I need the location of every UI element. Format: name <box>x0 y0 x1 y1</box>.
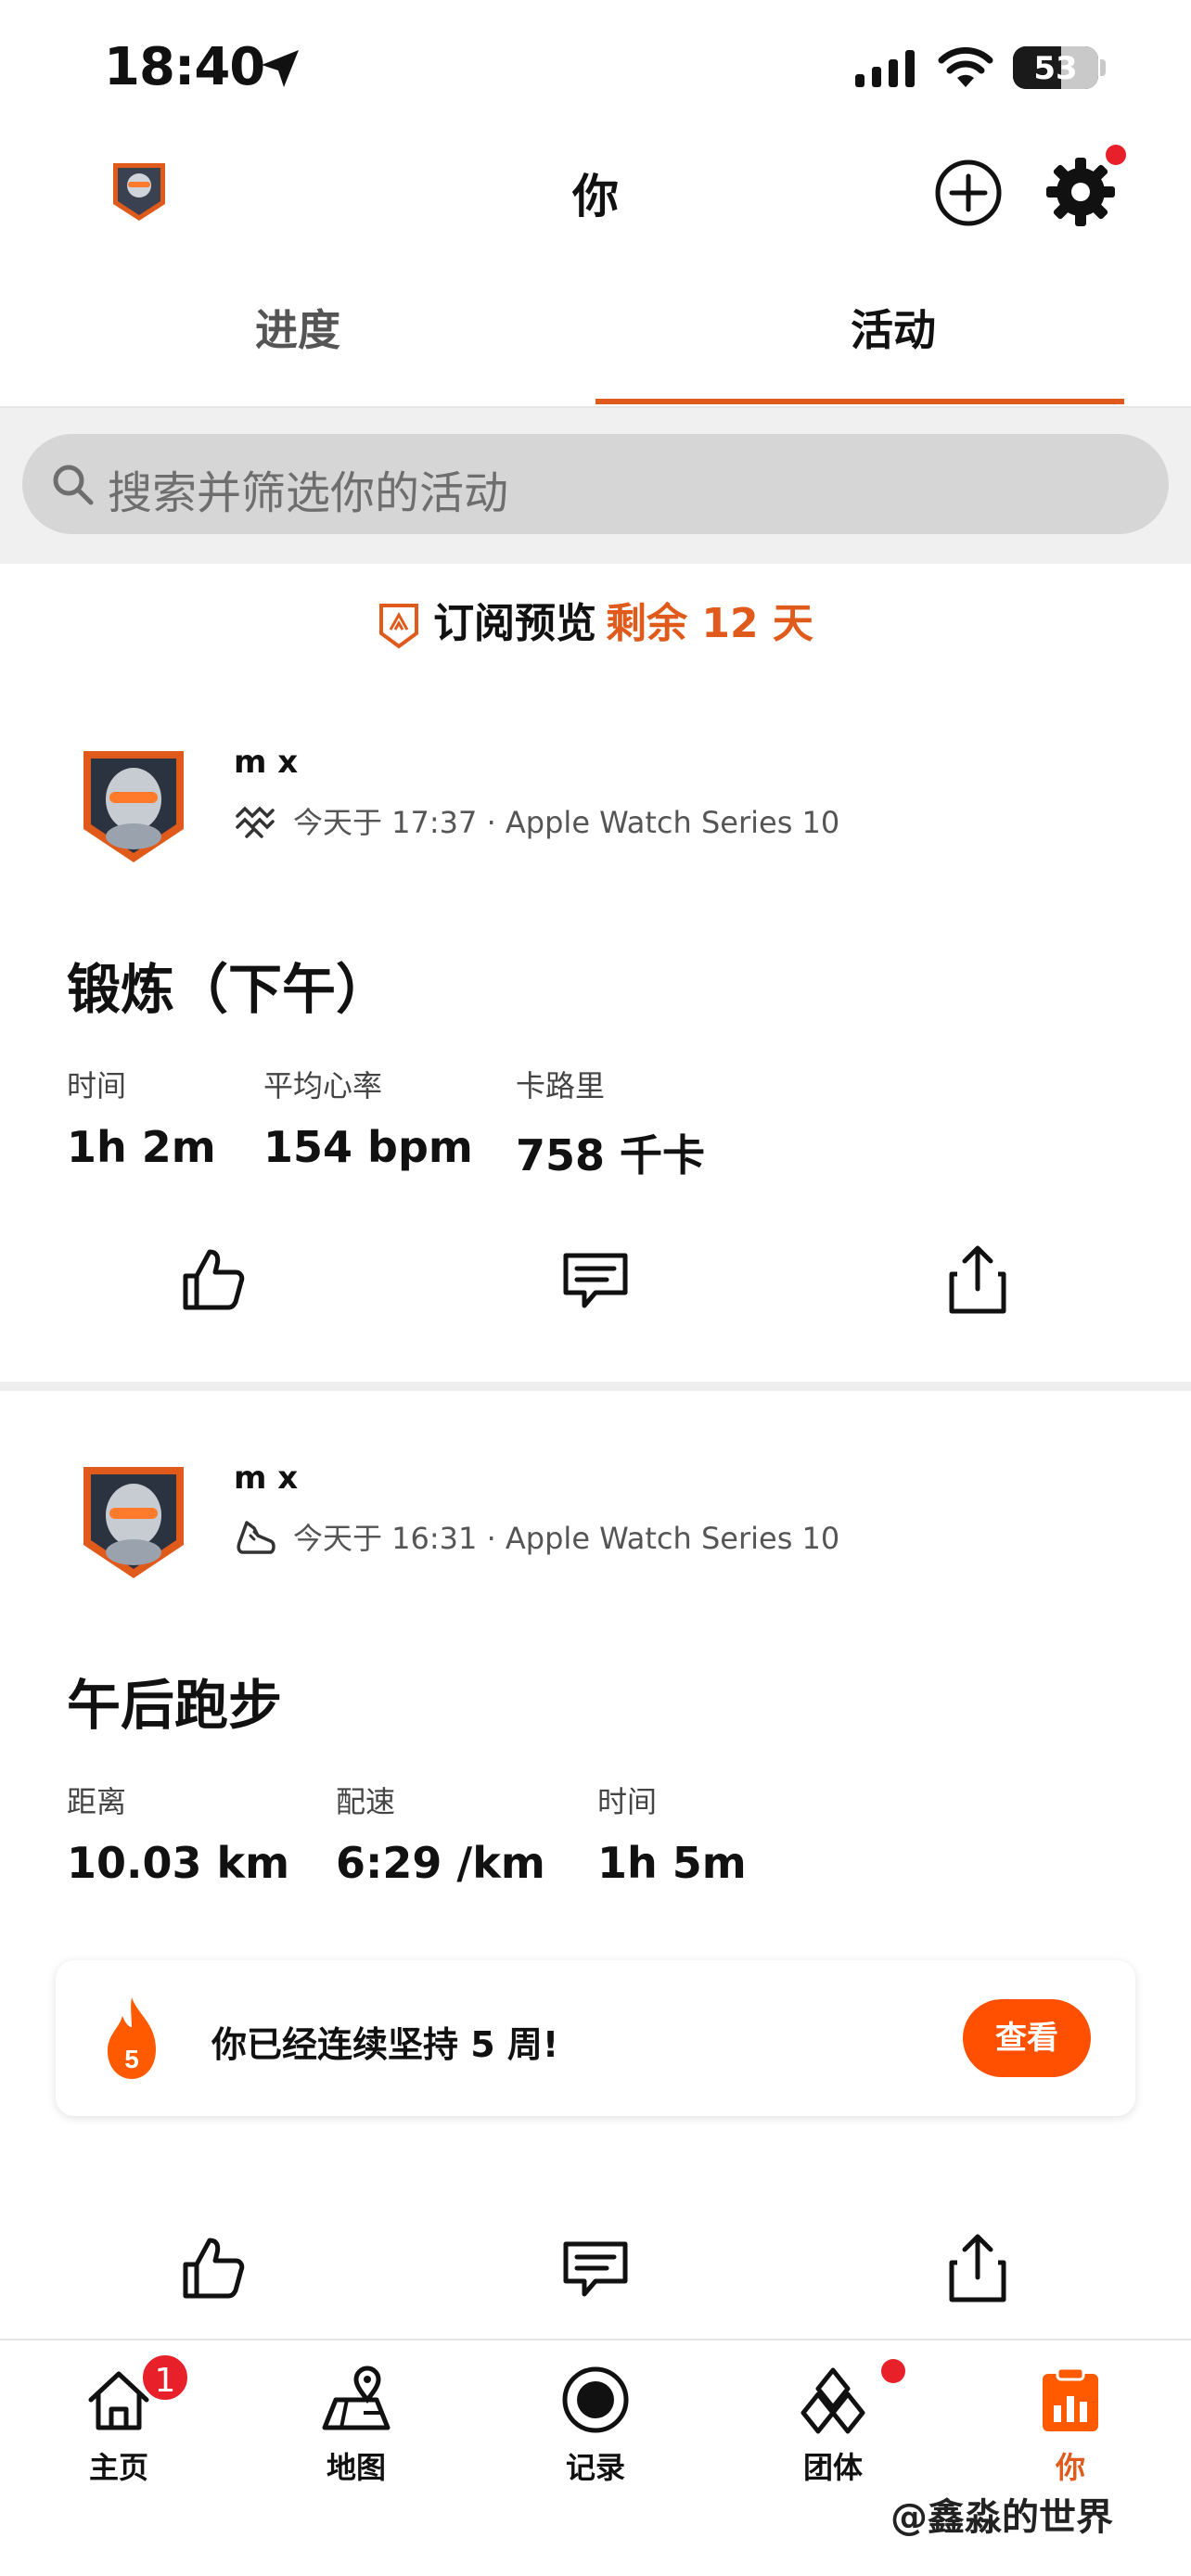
nav-label: 主页 <box>88 2450 148 2485</box>
run-shoe-icon <box>237 1521 275 1554</box>
stat-label: 卡路里 <box>516 1068 606 1103</box>
stat-value: 758 千卡 <box>516 1130 706 1180</box>
like-thumbs-up-icon[interactable] <box>176 2231 250 2305</box>
stat-time: 时间 1h 2m <box>67 1063 216 1172</box>
nav-label: 团体 <box>802 2450 863 2485</box>
share-icon[interactable] <box>941 1243 1015 1317</box>
nav-label: 记录 <box>565 2450 625 2485</box>
strava-shield-icon <box>379 604 419 649</box>
user-avatar[interactable] <box>78 746 189 868</box>
subscription-preview-banner[interactable]: 订阅预览 剩余 12 天 <box>0 590 1191 650</box>
stat-label: 时间 <box>67 1068 127 1103</box>
user-avatar[interactable] <box>78 1461 189 1584</box>
stat-time: 时间 1h 5m <box>597 1779 747 1888</box>
status-bar: 18:40 53 <box>0 0 1191 139</box>
status-time: 18:40 <box>104 37 265 97</box>
nav-label: 你 <box>1055 2450 1085 2485</box>
battery-indicator: 53 <box>1013 46 1098 89</box>
workout-icon <box>236 806 275 838</box>
watermark: @鑫淼的世界 <box>890 2496 1113 2539</box>
promo-days-remaining: 剩余 12 天 <box>606 600 813 647</box>
stat-pace: 配速 6:29 /km <box>336 1779 545 1888</box>
nav-label: 地图 <box>326 2450 386 2485</box>
activity-meta: 今天于 17:37 · Apple Watch Series 10 <box>234 799 839 842</box>
comment-icon[interactable] <box>558 2231 633 2305</box>
comment-icon[interactable] <box>558 1243 633 1317</box>
search-section: 搜索并筛选你的活动 <box>0 408 1191 564</box>
stat-avg-heart-rate: 平均心率 154 bpm <box>263 1063 473 1172</box>
stat-label: 配速 <box>336 1784 396 1819</box>
stat-value: 1h 2m <box>67 1122 216 1172</box>
tab-activities[interactable]: 活动 <box>596 297 1191 358</box>
stat-label: 时间 <box>597 1784 658 1819</box>
groups-icon <box>800 2367 865 2434</box>
stat-value: 10.03 km <box>67 1838 290 1888</box>
nav-record[interactable]: 记录 <box>521 2363 670 2487</box>
wifi-icon <box>938 46 993 87</box>
activity-meta-text: 今天于 17:37 · Apple Watch Series 10 <box>293 805 840 840</box>
stat-label: 距离 <box>67 1784 127 1819</box>
activity-meta: 今天于 16:31 · Apple Watch Series 10 <box>234 1515 839 1558</box>
stat-value: 1h 5m <box>597 1838 747 1888</box>
like-thumbs-up-icon[interactable] <box>176 1243 250 1317</box>
stat-label: 平均心率 <box>263 1068 383 1103</box>
stat-value: 154 bpm <box>263 1122 473 1172</box>
promo-label: 订阅预览 <box>433 600 597 647</box>
you-stats-icon <box>1043 2366 1098 2431</box>
view-streak-button[interactable]: 查看 <box>963 1999 1091 2077</box>
nav-map[interactable]: 地图 <box>282 2363 430 2487</box>
notification-dot <box>1106 145 1126 165</box>
groups-notification-dot <box>881 2359 905 2383</box>
search-input[interactable]: 搜索并筛选你的活动 <box>22 434 1169 534</box>
activity-meta-text: 今天于 16:31 · Apple Watch Series 10 <box>293 1521 840 1556</box>
activity-title[interactable]: 午后跑步 <box>67 1662 282 1740</box>
nav-you[interactable]: 你 <box>996 2363 1145 2487</box>
streak-card[interactable]: 5 你已经连续坚持 5 周! 查看 <box>56 1960 1135 2116</box>
activity-title[interactable]: 锻炼（下午） <box>67 946 390 1024</box>
stat-value: 6:29 /km <box>336 1838 545 1888</box>
stat-distance: 距离 10.03 km <box>67 1779 289 1888</box>
streak-text: 你已经连续坚持 5 周! <box>211 2024 559 2065</box>
activity-card[interactable]: m x 今天于 16:31 · Apple Watch Series 10 午后… <box>0 1391 1191 2337</box>
tab-progress[interactable]: 进度 <box>0 297 596 358</box>
battery-cap <box>1100 59 1106 76</box>
record-icon <box>562 2366 629 2433</box>
flame-icon: 5 <box>108 1997 156 2079</box>
share-icon[interactable] <box>941 2231 1015 2305</box>
settings-gear-icon[interactable] <box>1044 156 1117 228</box>
activity-card[interactable]: m x 今天于 17:37 · Apple Watch Series 10 锻炼… <box>0 723 1191 1382</box>
active-tab-indicator <box>596 399 1124 404</box>
cellular-signal-icon <box>855 50 915 87</box>
map-icon <box>322 2366 391 2430</box>
search-icon <box>53 465 94 505</box>
activity-user-name[interactable]: m x <box>234 744 298 781</box>
add-icon[interactable] <box>933 158 1004 228</box>
page-title: 你 <box>572 170 619 223</box>
location-arrow-icon <box>262 50 299 87</box>
tab-bar: 进度 活动 <box>0 278 1191 408</box>
search-placeholder: 搜索并筛选你的活动 <box>108 467 509 519</box>
battery-level: 53 <box>1033 50 1078 87</box>
activity-user-name[interactable]: m x <box>234 1460 298 1497</box>
streak-weeks-number: 5 <box>124 2045 139 2073</box>
notification-badge: 1 <box>139 2352 191 2404</box>
card-divider <box>0 1382 1191 1391</box>
stat-calories: 卡路里 758 千卡 <box>516 1063 705 1183</box>
nav-groups[interactable]: 团体 <box>759 2363 907 2487</box>
